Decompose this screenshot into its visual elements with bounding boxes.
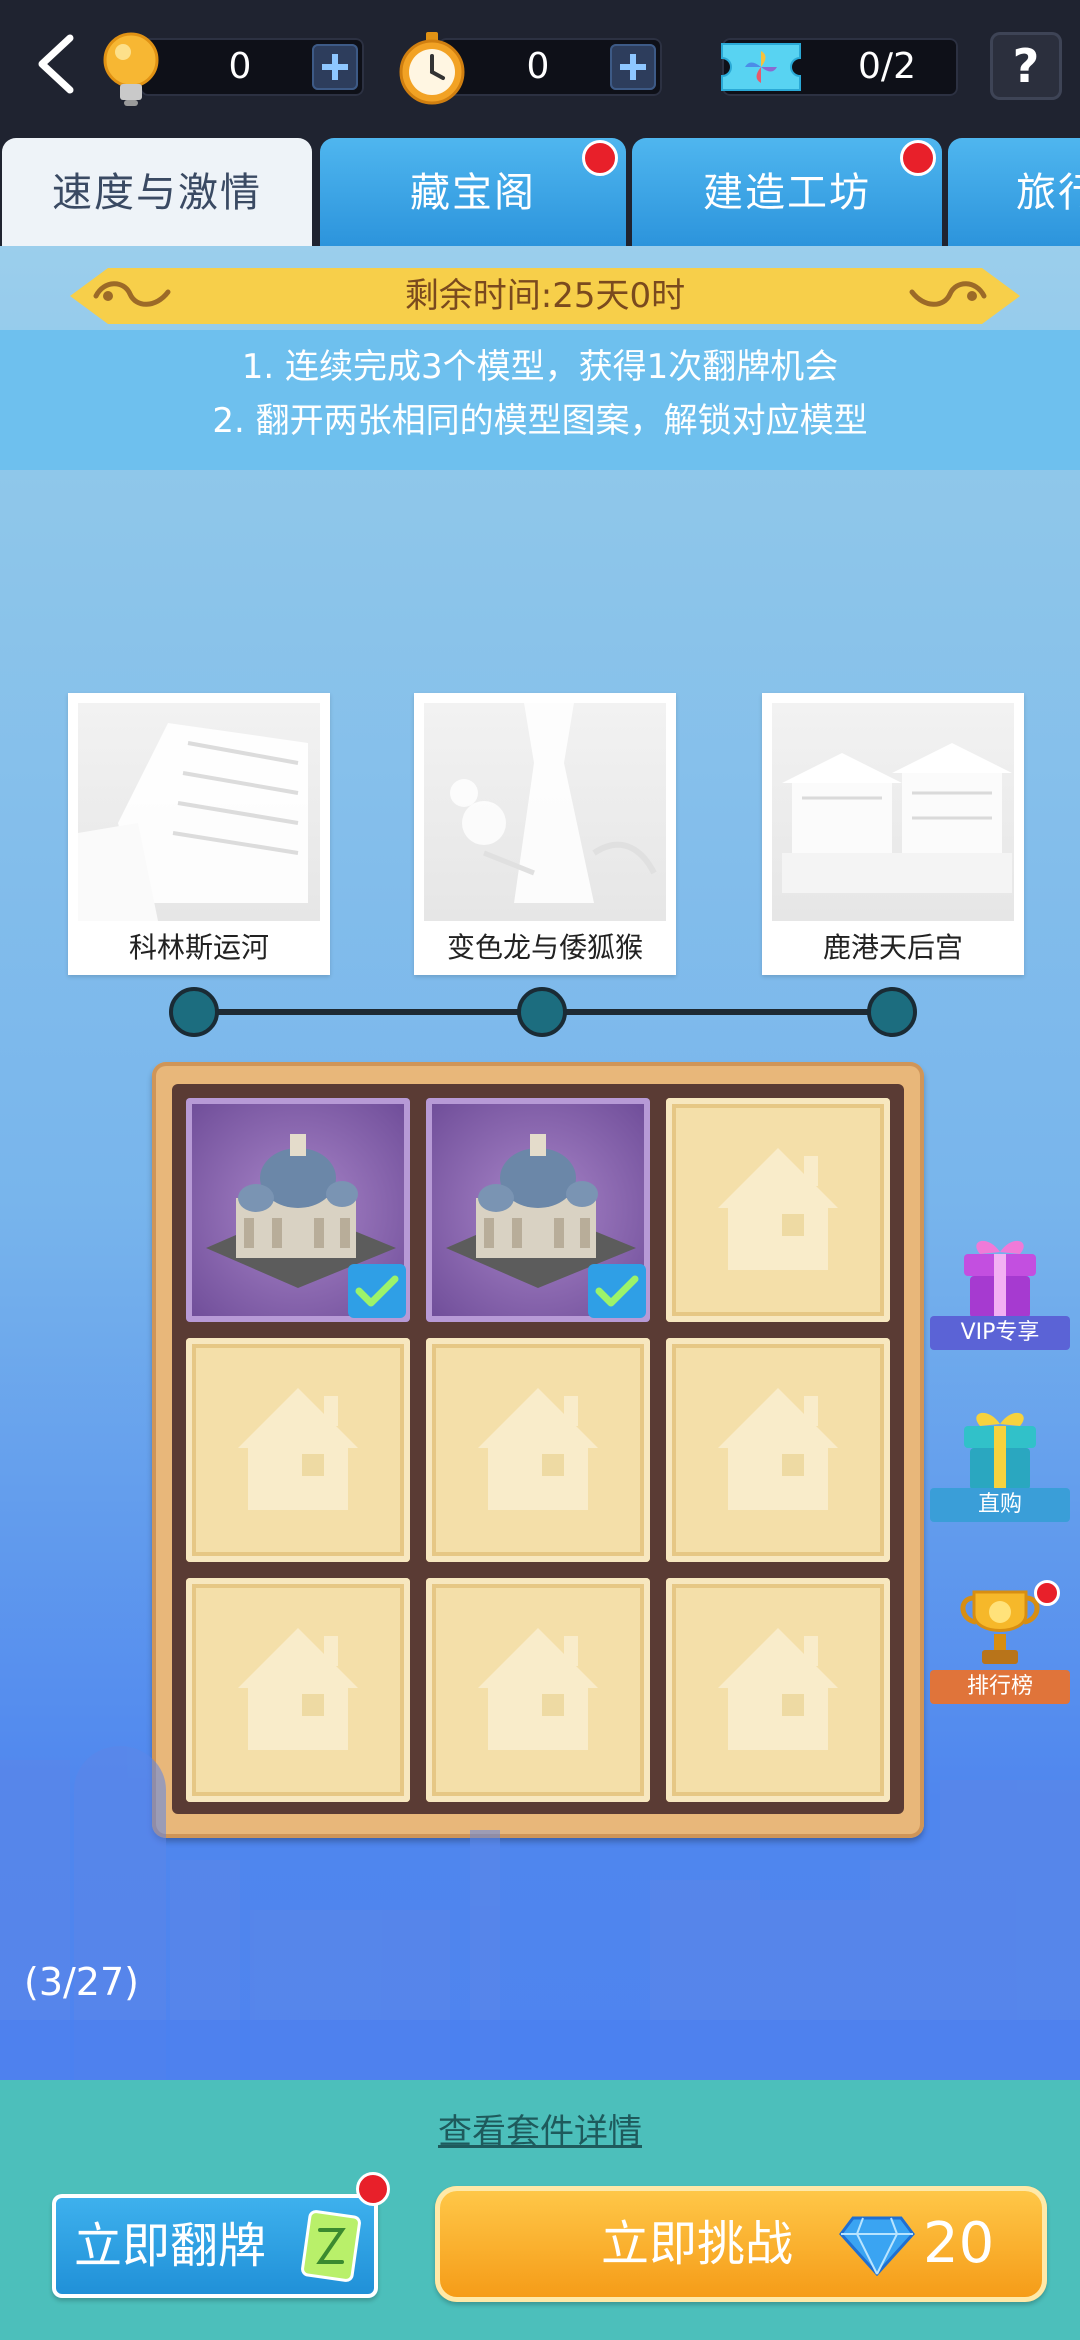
house-icon <box>478 1388 598 1510</box>
plus-icon <box>620 54 646 80</box>
flip-card-basilica[interactable] <box>186 1098 410 1322</box>
tab-build-workshop[interactable]: 建造工坊 <box>632 138 942 246</box>
tab-label: 旅行 <box>1016 170 1080 216</box>
temple-model-image <box>782 743 1012 893</box>
chameleon-model-image <box>450 703 657 903</box>
back-button[interactable] <box>24 28 88 100</box>
house-icon <box>238 1388 358 1510</box>
challenge-now-label: 立即挑战 <box>601 2216 794 2272</box>
notification-dot <box>900 140 936 176</box>
progress-counter: (3/27) <box>24 1960 139 2004</box>
model-name: 变色龙与倭狐猴 <box>446 931 643 964</box>
flip-now-button[interactable]: 立即翻牌 <box>52 2172 390 2298</box>
tab-label: 藏宝阁 <box>410 170 536 216</box>
model-card[interactable]: 科林斯运河 <box>68 693 330 975</box>
tab-speed-and-passion[interactable]: 速度与激情 <box>2 138 312 246</box>
gift-box-icon <box>964 1240 1036 1318</box>
progress-node <box>517 987 567 1037</box>
notification-dot <box>582 140 618 176</box>
progress-node <box>169 987 219 1037</box>
tab-bar: 速度与激情 藏宝阁 建造工坊 旅行 <box>0 130 1080 246</box>
stopwatch-icon <box>399 32 465 105</box>
ticket-count: 0/2 <box>858 46 916 87</box>
flip-card-hidden[interactable] <box>426 1338 650 1562</box>
time-remaining-banner: 剩余时间:25天0时 <box>70 268 1020 324</box>
tab-label: 速度与激情 <box>52 170 262 216</box>
ticket-icon <box>721 43 801 91</box>
flip-card-icon <box>301 2210 361 2282</box>
view-kit-details-link[interactable]: 查看套件详情 <box>0 2104 1080 2153</box>
top-bar: 0 0 0/2 ? <box>0 0 1080 130</box>
flip-card-hidden[interactable] <box>186 1338 410 1562</box>
notification-dot <box>356 2172 390 2206</box>
direct-purchase-label: 直购 <box>930 1488 1070 1522</box>
notification-dot <box>1034 1580 1060 1606</box>
challenge-cost: 20 <box>923 2211 995 2276</box>
model-name: 鹿港天后宫 <box>822 931 963 964</box>
checkmark-icon <box>595 1275 639 1307</box>
rule-line: 2. 翻开两张相同的模型图案，解锁对应模型 <box>212 401 868 441</box>
tab-travel[interactable]: 旅行 <box>948 138 1080 246</box>
swirl-ornament-icon <box>93 281 171 307</box>
checkmark-icon <box>355 1275 399 1307</box>
swirl-ornament-icon <box>909 281 987 307</box>
canal-model-image <box>78 723 308 921</box>
model-card[interactable]: 鹿港天后宫 <box>762 693 1024 975</box>
add-stopwatch-button[interactable] <box>610 44 656 90</box>
checkmark-badge <box>348 1264 406 1318</box>
help-button[interactable]: ? <box>990 32 1062 100</box>
chevron-left-icon <box>38 34 74 94</box>
stopwatch-count: 0 <box>526 46 550 87</box>
city-skyline-illustration <box>0 1746 1080 2080</box>
flip-card-hidden[interactable] <box>666 1338 890 1562</box>
checkmark-badge <box>588 1264 646 1318</box>
model-name: 科林斯运河 <box>128 931 269 964</box>
model-card[interactable]: 变色龙与倭狐猴 <box>414 693 676 975</box>
flip-card-hidden[interactable] <box>666 1098 890 1322</box>
lightbulb-icon <box>103 32 159 106</box>
rule-line: 1. 连续完成3个模型，获得1次翻牌机会 <box>241 347 839 387</box>
vip-exclusive-button[interactable]: VIP专享 <box>930 1234 1070 1354</box>
house-icon <box>718 1148 838 1270</box>
add-bulb-button[interactable] <box>312 44 358 90</box>
stopwatch-resource: 0 <box>438 38 662 96</box>
flip-card-basilica[interactable] <box>426 1098 650 1322</box>
model-thumbnail <box>78 703 320 921</box>
flip-now-label: 立即翻牌 <box>74 2218 267 2274</box>
plus-icon <box>322 54 348 80</box>
tab-label: 建造工坊 <box>703 170 871 216</box>
model-thumbnail <box>424 703 666 921</box>
gift-box-icon <box>964 1412 1036 1490</box>
house-icon <box>718 1388 838 1510</box>
rules-panel: 1. 连续完成3个模型，获得1次翻牌机会 2. 翻开两张相同的模型图案，解锁对应… <box>0 330 1080 470</box>
bulb-resource: 0 <box>140 38 364 96</box>
challenge-now-button[interactable]: 立即挑战 20 <box>435 2186 1047 2302</box>
direct-purchase-button[interactable]: 直购 <box>930 1404 1070 1524</box>
bulb-count: 0 <box>228 46 252 87</box>
progress-node <box>867 987 917 1037</box>
diamond-icon <box>839 2216 915 2276</box>
model-thumbnail <box>772 703 1014 921</box>
vip-label: VIP专享 <box>930 1316 1070 1350</box>
tab-treasure-pavilion[interactable]: 藏宝阁 <box>320 138 626 246</box>
